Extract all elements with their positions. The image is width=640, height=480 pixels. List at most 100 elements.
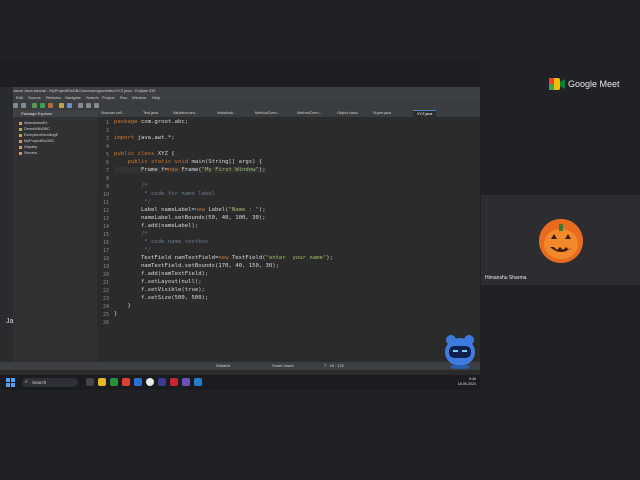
menu-project[interactable]: Project [102, 94, 114, 101]
app-icon[interactable] [170, 378, 178, 386]
menu-help[interactable]: Help [152, 94, 160, 101]
menu-window[interactable]: Window [132, 94, 146, 101]
line-number: 19 [102, 264, 109, 270]
code-line: * code for name label [114, 191, 216, 197]
chrome-icon[interactable] [146, 378, 154, 386]
status-insert-mode: Smart Insert [272, 363, 294, 368]
line-number: 10 [102, 192, 109, 198]
menu-run[interactable]: Run [120, 94, 127, 101]
package-explorer-title: Package Explorer [21, 111, 53, 116]
save-icon[interactable] [13, 103, 18, 108]
forward-icon[interactable] [94, 103, 99, 108]
left-peek-text: Ja [6, 318, 14, 325]
line-number: 25 [102, 312, 109, 318]
new-class-icon[interactable] [67, 103, 72, 108]
editor-tab[interactable]: Initializati... [217, 110, 236, 117]
line-number: 14 [102, 224, 109, 230]
eclipse-window: advance Java tutorial - MyProjectEtcDBC/… [0, 87, 480, 390]
code-line: Label nameLabel=new Label("Name : "); [114, 207, 266, 213]
editor-tab[interactable]: Object.class [337, 110, 358, 117]
system-tray-clock[interactable]: 9:46 18-06-2024 [458, 377, 476, 387]
participant-name: Himanshu Sharma [485, 275, 527, 281]
debug-icon[interactable] [32, 103, 37, 108]
google-meet-logo: Google Meet [549, 77, 629, 91]
run-icon[interactable] [40, 103, 45, 108]
editor-tab[interactable]: MethodOverl... [297, 110, 322, 117]
menu-refactor[interactable]: Refactor [46, 94, 61, 101]
code-line: namTextField.setBounds(170, 40, 150, 30)… [114, 263, 280, 269]
print-icon[interactable] [21, 103, 26, 108]
windows-taskbar: ⌕ Search 9:46 18-06-2024 [0, 375, 480, 390]
line-number: 15 [102, 232, 109, 238]
line-number: 5 [105, 152, 109, 158]
editor-tab[interactable]: Validator.ben... [173, 110, 198, 117]
app-icon[interactable] [182, 378, 190, 386]
code-line: */ [114, 247, 152, 253]
tree-item[interactable]: Servers [19, 151, 37, 155]
windows-start-icon[interactable] [6, 378, 15, 387]
editor-tab[interactable]: Super.java [373, 110, 391, 117]
code-line: package com.groot.abc; [114, 119, 189, 125]
editor-tab[interactable]: MethodOverl... [255, 110, 280, 117]
search-icon[interactable] [78, 103, 83, 108]
google-meet-brand: Google Meet [568, 79, 620, 89]
taskbar-search[interactable]: ⌕ Search [22, 378, 78, 387]
code-editor[interactable]: 1 package com.groot.abc; 2 3 import java… [97, 117, 480, 362]
tree-item-label: Onpatty [24, 145, 38, 149]
tree-item[interactable]: MyProjectEtcDBC [19, 139, 54, 143]
menu-bar: File Edit Source Refactor Navigate Searc… [0, 94, 480, 101]
menu-search[interactable]: Search [86, 94, 99, 101]
project-icon [19, 139, 22, 143]
line-number: 23 [102, 296, 109, 302]
app-icon[interactable] [194, 378, 202, 386]
tree-item[interactable]: Onpatty [19, 145, 37, 149]
app-icon[interactable] [122, 378, 130, 386]
line-number: 20 [102, 272, 109, 278]
external-tools-icon[interactable] [48, 103, 53, 108]
code-line: f.setLayout(null); [114, 279, 202, 285]
code-line: public class XYZ { [114, 151, 175, 157]
code-line: f.setSize(500, 500); [114, 295, 209, 301]
tree-item-label: ExceptionHandlingE [24, 133, 59, 137]
code-line: } [114, 303, 131, 309]
code-line: f.add(namTextField); [114, 271, 209, 277]
line-number: 11 [102, 200, 109, 206]
search-icon: ⌕ [25, 379, 28, 385]
back-icon[interactable] [86, 103, 91, 108]
code-line: */ [114, 199, 152, 205]
window-title: advance Java tutorial - MyProjectEtcDBC/… [8, 88, 156, 93]
tree-item[interactable]: DemoWithDBC [19, 127, 50, 131]
code-line: nameLabel.setBounds(50, 40, 100, 30); [114, 215, 266, 221]
participant-avatar [539, 219, 583, 263]
line-number: 4 [105, 144, 109, 150]
edge-icon[interactable] [134, 378, 142, 386]
editor-tab[interactable]: Test.java [143, 110, 158, 117]
eclipse-icon[interactable] [158, 378, 166, 386]
line-number: 9 [105, 184, 109, 190]
menu-edit[interactable]: Edit [16, 94, 23, 101]
status-writable: Writable [216, 363, 231, 368]
file-explorer-icon[interactable] [98, 378, 106, 386]
tree-item[interactable]: ExceptionHandlingE [19, 133, 58, 137]
line-number: 8 [105, 176, 109, 182]
editor-tab[interactable]: Scanner.vb0... [101, 110, 125, 117]
assistant-mascot-icon[interactable] [442, 330, 478, 370]
project-icon [19, 145, 22, 149]
tree-item[interactable]: AbstractionEx [19, 121, 47, 125]
code-line: public static void main(String[] args) { [127, 159, 263, 165]
code-line: TextField namTextField=new TextField("en… [114, 255, 333, 261]
pumpkin-avatar-icon [539, 219, 583, 263]
menu-navigate[interactable]: Navigate [65, 94, 81, 101]
new-package-icon[interactable] [59, 103, 64, 108]
editor-tabs: Scanner.vb0... Test.java Validator.ben..… [97, 110, 480, 118]
task-view-icon[interactable] [86, 378, 94, 386]
line-number: 1 [105, 120, 109, 126]
app-icon[interactable] [110, 378, 118, 386]
menu-source[interactable]: Source [28, 94, 41, 101]
left-side-strip [0, 87, 13, 337]
clock-date: 18-06-2024 [457, 382, 476, 386]
line-number: 22 [102, 288, 109, 294]
code-line: f.setVisible(true); [114, 287, 205, 293]
project-icon [19, 121, 22, 125]
code-line: * code name textbox [114, 239, 209, 245]
